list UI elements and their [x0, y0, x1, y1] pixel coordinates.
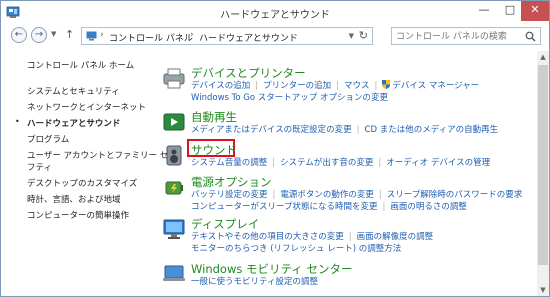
sidebar-item-system-security[interactable]: システムとセキュリティ	[27, 85, 120, 97]
sidebar-item-clock-language-region[interactable]: 時計、言語、および地域	[27, 193, 121, 205]
address-bar-row: ← → ▼ ↑ › コントロール パネル › ハードウェアとサウンド ▼ ↻	[1, 23, 549, 49]
mouse-link[interactable]: マウス	[344, 81, 370, 91]
search-input[interactable]	[396, 30, 521, 43]
power-button-link[interactable]: 電源ボタンの動作の変更	[280, 190, 374, 200]
power-options-icon[interactable]	[161, 174, 187, 200]
vertical-scrollbar[interactable]: ▲ ▼	[537, 51, 549, 296]
add-printer-link[interactable]: プリンターの追加	[263, 81, 331, 91]
speaker-icon[interactable]	[161, 142, 187, 168]
address-dropdown-icon[interactable]: ▼	[349, 32, 354, 40]
mobility-center-links: 一般に使うモビリティ設定の調整	[191, 275, 318, 287]
sidebar-item-ease-of-access[interactable]: コンピューターの簡単操作	[27, 209, 129, 221]
battery-settings-link[interactable]: バッテリ設定の変更	[191, 190, 268, 200]
display-icon[interactable]	[161, 216, 187, 242]
autoplay-icon[interactable]	[161, 109, 187, 135]
sidebar-item-programs[interactable]: プログラム	[27, 133, 69, 145]
search-icon[interactable]	[525, 31, 536, 42]
scroll-thumb[interactable]	[538, 65, 548, 265]
sound-links: システム音量の調整 | システムが出す音の変更 | オーディオ デバイスの管理	[191, 158, 491, 168]
back-button[interactable]: ←	[11, 27, 27, 43]
power-options-links-row2: コンピューターがスリープ状態になる時間を変更 | 画面の明るさの調整	[191, 202, 467, 212]
control-panel-window: ハードウェアとサウンド — □ ✕ ← → ▼ ↑ › コントロール パネル ›…	[0, 0, 550, 297]
breadcrumb-separator[interactable]: ›	[100, 30, 104, 40]
adjust-volume-link[interactable]: システム音量の調整	[191, 158, 267, 168]
breadcrumb-separator[interactable]: ›	[190, 30, 194, 40]
power-options-links: バッテリ設定の変更 | 電源ボタンの動作の変更 | スリープ解除時のパスワードの要求	[191, 190, 523, 200]
minimize-button[interactable]: —	[471, 1, 497, 21]
screen-resolution-link[interactable]: 画面の解像度の調整	[357, 232, 434, 242]
refresh-rate-link[interactable]: モニターのちらつき (リフレッシュ レート) の調整方法	[191, 244, 401, 254]
scroll-up-icon[interactable]: ▲	[537, 51, 549, 63]
sleep-time-link[interactable]: コンピューターがスリープ状態になる時間を変更	[191, 202, 378, 212]
autoplay-links: メディアまたはデバイスの既定設定の変更 | CD または他のメディアの自動再生	[191, 125, 499, 135]
window-title: ハードウェアとサウンド	[220, 10, 330, 21]
printer-icon[interactable]	[161, 65, 187, 91]
refresh-button[interactable]: ↻	[359, 29, 368, 42]
display-links-row2: モニターのちらつき (リフレッシュ レート) の調整方法	[191, 242, 401, 254]
cd-autoplay-link[interactable]: CD または他のメディアの自動再生	[365, 125, 499, 135]
search-box[interactable]	[391, 27, 541, 45]
scroll-down-icon[interactable]: ▼	[537, 284, 549, 296]
manage-audio-devices-link[interactable]: オーディオ デバイスの管理	[386, 158, 490, 168]
close-button[interactable]: ✕	[521, 1, 549, 21]
forward-button[interactable]: →	[31, 27, 47, 43]
display-links: テキストやその他の項目の大きさの変更 | 画面の解像度の調整	[191, 232, 434, 242]
breadcrumb-control-panel[interactable]: コントロール パネル	[109, 31, 193, 44]
address-field[interactable]: › コントロール パネル › ハードウェアとサウンド ▼ ↻	[81, 27, 373, 45]
sidebar-item-user-accounts[interactable]: ユーザー アカウントとファミリー セー	[27, 149, 177, 161]
mobility-settings-link[interactable]: 一般に使うモビリティ設定の調整	[191, 277, 318, 287]
sidebar-item-personalization[interactable]: デスクトップのカスタマイズ	[27, 177, 137, 189]
sidebar-item-network-internet[interactable]: ネットワークとインターネット	[27, 101, 146, 113]
change-system-sounds-link[interactable]: システムが出す音の変更	[280, 158, 373, 168]
device-manager-link[interactable]: デバイス マネージャー	[392, 81, 479, 91]
maximize-button[interactable]: □	[497, 1, 523, 21]
text-size-link[interactable]: テキストやその他の項目の大きさの変更	[191, 232, 344, 242]
breadcrumb-hardware-sound[interactable]: ハードウェアとサウンド	[199, 31, 298, 44]
mobility-center-icon[interactable]	[161, 261, 187, 287]
wakeup-password-link[interactable]: スリープ解除時のパスワードの要求	[387, 190, 523, 200]
current-item-bullet: •	[15, 117, 20, 126]
sidebar-item-control-panel-home[interactable]: コントロール パネル ホーム	[27, 59, 134, 71]
devices-printers-links-row2: Windows To Go スタートアップ オプションの変更	[191, 91, 388, 103]
windows-to-go-link[interactable]: Windows To Go スタートアップ オプションの変更	[191, 93, 388, 103]
sidebar-item-user-accounts-wrap[interactable]: フティ	[27, 161, 52, 173]
recent-pages-dropdown-icon[interactable]: ▼	[51, 30, 56, 38]
devices-printers-links: デバイスの追加 | プリンターの追加 | マウス | デバイス マネージャー	[191, 80, 480, 91]
add-device-link[interactable]: デバイスの追加	[191, 81, 250, 91]
sidebar-item-hardware-sound: ハードウェアとサウンド	[27, 119, 121, 129]
up-button[interactable]: ↑	[65, 28, 74, 41]
screen-brightness-link[interactable]: 画面の明るさの調整	[390, 202, 467, 212]
control-panel-small-icon	[86, 31, 97, 41]
title-bar: ハードウェアとサウンド — □ ✕	[1, 1, 549, 23]
uac-shield-icon	[382, 80, 391, 89]
media-default-link[interactable]: メディアまたはデバイスの既定設定の変更	[191, 125, 352, 135]
